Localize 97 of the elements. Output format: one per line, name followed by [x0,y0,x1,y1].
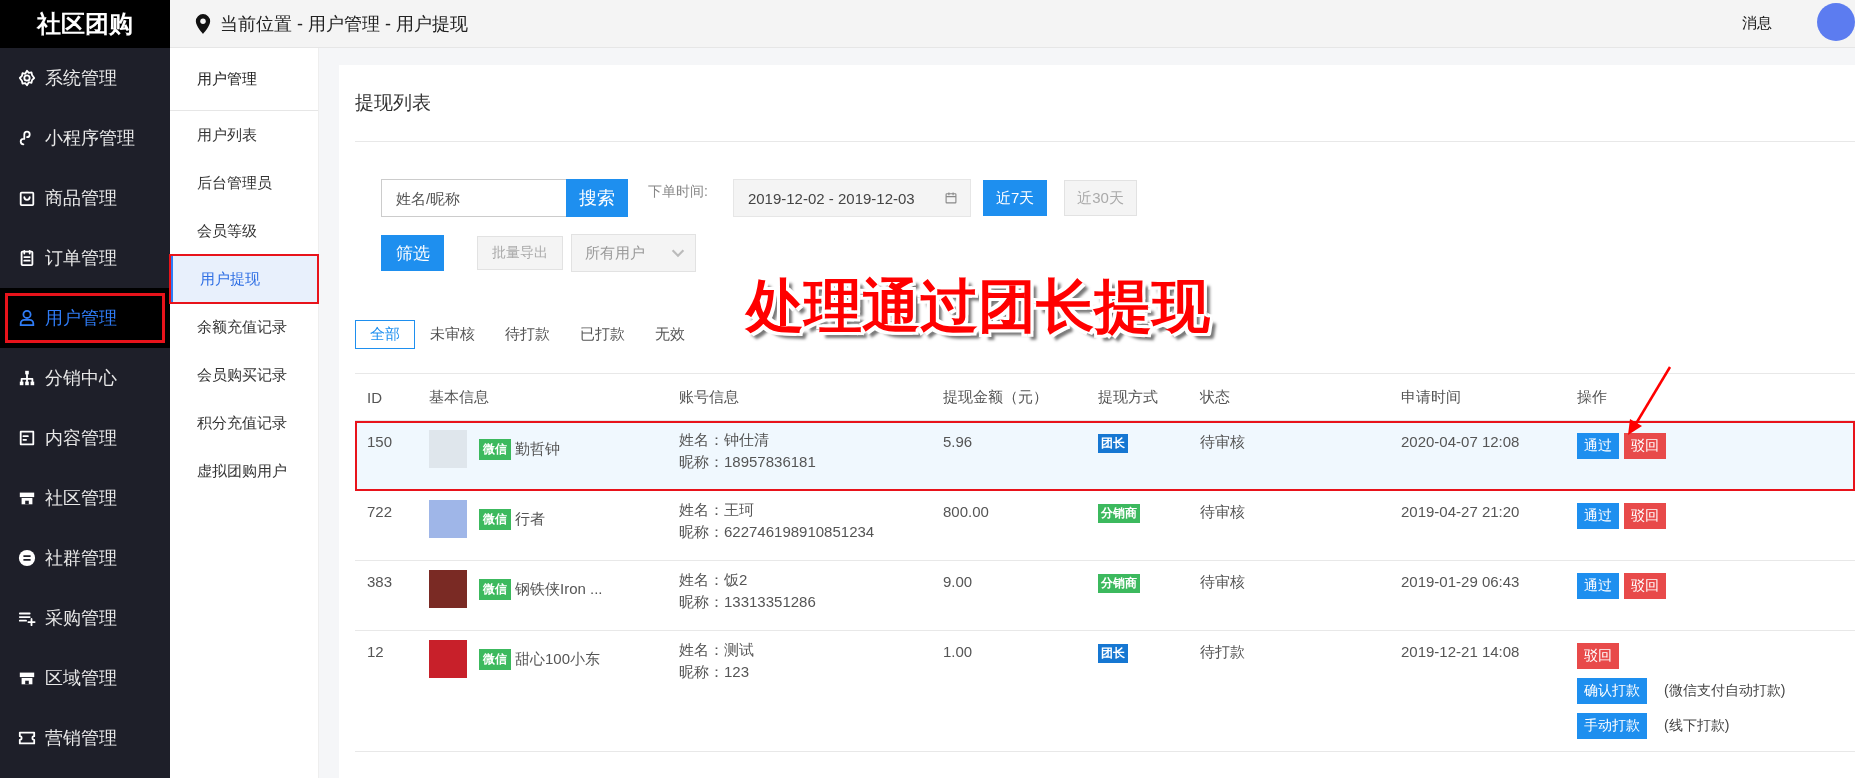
submenu-item[interactable]: 积分充值记录 [170,399,318,447]
column-header: ID [366,388,383,406]
channel-tag: 微信 [479,508,511,530]
payment-note: (微信支付自动打款) [1664,682,1786,700]
user-avatar[interactable] [1817,2,1855,41]
panel-title: 提现列表 [355,65,1855,142]
table-cell-text: 9.00 [943,573,974,590]
calendar-icon [943,191,958,205]
column-header: 提现方式 [1098,387,1159,407]
account-nickname: 昵称：622746198910851234 [679,522,876,542]
account-nickname: 昵称：123 [679,662,751,682]
sidebar-item[interactable]: 小程序管理 [0,108,170,168]
sidebar-item[interactable]: 系统管理 [0,48,170,108]
submenu-item[interactable]: 虚拟团购用户 [170,447,318,495]
table-cell-text: 待审核 [1200,573,1246,592]
table-cell-text: 待审核 [1200,433,1246,452]
table-cell-text: 150 [366,433,394,450]
submenu-item[interactable]: 后台管理员 [170,159,318,207]
photo-placeholder [429,500,467,538]
column-header: 提现金额（元） [943,387,1049,407]
nickname: 钢铁侠Iron ... [515,579,603,599]
sidebar-item[interactable]: 社区管理 [0,468,170,528]
status-tab[interactable]: 全部 [355,320,415,349]
sidebar-item[interactable]: 内容管理 [0,408,170,468]
submenu-item[interactable]: 会员等级 [170,207,318,255]
hierarchy-icon [18,369,36,387]
sidebar-item[interactable]: 订单管理 [0,228,170,288]
column-header: 状态 [1200,387,1231,407]
person-icon [18,309,36,327]
account-name: 姓名：钟仕清 [679,430,770,450]
table-cell-text: 2020-04-07 12:08 [1401,433,1521,450]
table-cell-text: 2019-04-27 21:20 [1401,503,1521,520]
status-tab[interactable]: 待打款 [490,320,565,349]
nickname: 行者 [515,509,545,529]
reject-button[interactable]: 驳回 [1624,573,1666,599]
photo-placeholder [429,640,467,678]
reject-button[interactable]: 驳回 [1624,433,1666,459]
table-cell-text: 5.96 [943,433,974,450]
nickname: 勤哲钟 [515,439,560,459]
submenu-item[interactable]: 余额充值记录 [170,303,318,351]
method-tag: 团长 [1098,644,1128,663]
date-range-field[interactable]: 2019-12-02 - 2019-12-03 [732,179,971,217]
table-cell-text: 722 [366,503,394,520]
gear-icon [18,69,36,87]
ticket-icon [18,729,36,747]
search-field[interactable]: 姓名/昵称 [381,179,566,217]
table-cell-text: 待打款 [1200,643,1246,662]
column-header: 基本信息 [429,387,490,407]
submenu-title: 用户管理 [170,48,318,111]
column-header: 操作 [1577,387,1608,407]
sidebar-item[interactable]: 商品管理 [0,168,170,228]
reject-button[interactable]: 驳回 [1624,503,1666,529]
account-nickname: 昵称：13313351286 [679,592,817,612]
account-nickname: 昵称：18957836181 [679,452,817,472]
status-tab[interactable]: 未审核 [415,320,490,349]
sidebar-item[interactable]: 区域管理 [0,648,170,708]
method-tag: 分销商 [1098,574,1140,593]
nickname: 甜心100小东 [515,649,601,669]
account-name: 姓名：饭2 [679,570,749,590]
messages-link[interactable]: 消息 [1742,14,1772,33]
submenu-item[interactable]: 用户提现 [170,255,318,303]
channel-tag: 微信 [479,648,511,670]
table-cell-text: 12 [366,643,385,660]
table-cell-text: 383 [366,573,394,590]
sidebar-item[interactable]: 社群管理 [0,528,170,588]
table-cell-text: 2019-12-21 14:08 [1401,643,1521,660]
table-cell-text: 待审核 [1200,503,1246,522]
sidebar-item[interactable]: 采购管理 [0,588,170,648]
table-cell-text: 800.00 [943,503,990,520]
sidebar-item[interactable]: 分销中心 [0,348,170,408]
status-tab[interactable]: 无效 [640,320,700,349]
annotation-arrow [1628,366,1672,435]
document-icon [18,429,36,447]
submenu-item[interactable]: 会员购买记录 [170,351,318,399]
brand-logo: 社区团购 [0,0,170,48]
photo-placeholder [429,570,467,608]
submenu-item[interactable]: 用户列表 [170,111,318,159]
table-cell-text: 2019-01-29 06:43 [1401,573,1521,590]
account-name: 姓名：测试 [679,640,755,660]
channel-tag: 微信 [479,578,511,600]
breadcrumb: 当前位置 - 用户管理 - 用户提现 [220,12,468,36]
method-tag: 团长 [1098,434,1128,453]
clipboard-icon [18,249,36,267]
minus-circle-icon [18,549,36,567]
sidebar-item[interactable]: 用户管理 [0,288,170,348]
method-tag: 分销商 [1098,504,1140,523]
column-header: 申请时间 [1401,387,1462,407]
table-cell-text: 1.00 [943,643,974,660]
sidebar-item[interactable]: 营销管理 [0,708,170,768]
channel-tag: 微信 [479,438,511,460]
bag-icon [18,189,36,207]
account-name: 姓名：王珂 [679,500,755,520]
payment-note: (线下打款) [1664,717,1730,735]
reject-button[interactable]: 驳回 [1577,643,1619,669]
status-tab[interactable]: 已打款 [565,320,640,349]
date-label: 下单时间: [648,183,708,201]
column-header: 账号信息 [679,387,740,407]
